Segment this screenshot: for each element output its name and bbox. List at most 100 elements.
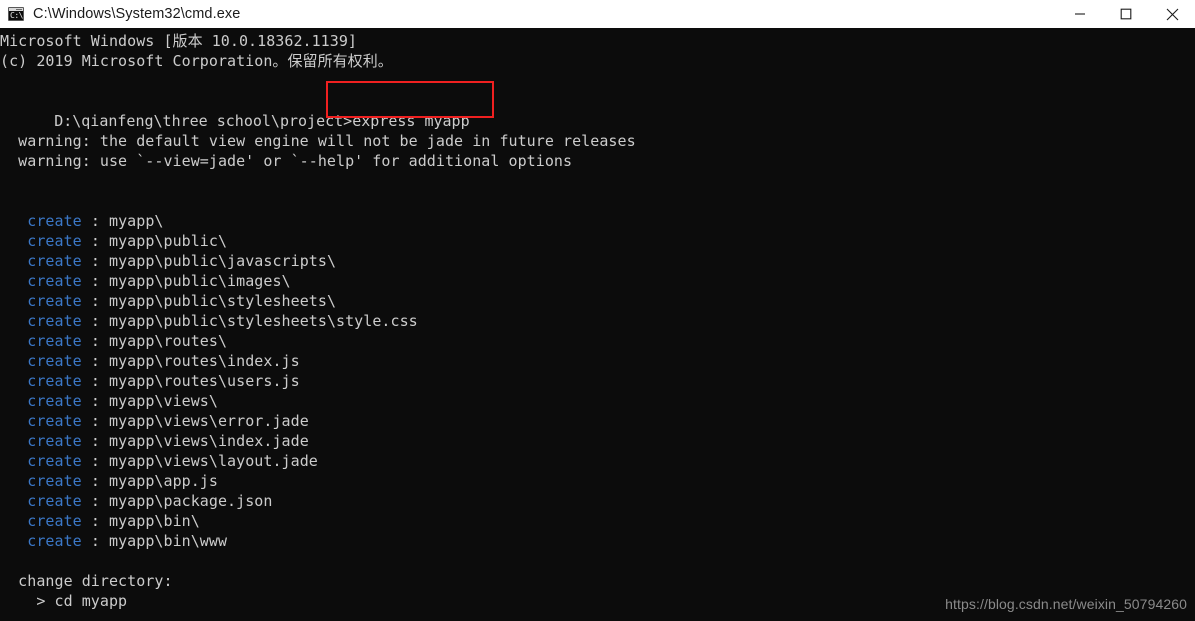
- create-path: myapp\public\images\: [109, 272, 291, 290]
- create-indent: [0, 432, 27, 450]
- console-output[interactable]: Microsoft Windows [版本 10.0.18362.1139] (…: [0, 28, 1195, 621]
- create-indent: [0, 232, 27, 250]
- create-keyword: create: [27, 332, 82, 350]
- create-separator: :: [81, 372, 109, 390]
- create-keyword: create: [27, 312, 82, 330]
- create-separator: :: [81, 492, 109, 510]
- cmd-window: C:\ C:\Windows\System32\cmd.exe Microsof…: [0, 0, 1195, 621]
- create-keyword: create: [27, 352, 82, 370]
- cmd-icon: C:\: [8, 7, 24, 21]
- create-separator: :: [81, 432, 109, 450]
- create-keyword: create: [27, 452, 82, 470]
- window-titlebar[interactable]: C:\ C:\Windows\System32\cmd.exe: [0, 0, 1195, 28]
- create-line: create : myapp\views\index.jade: [0, 431, 1195, 451]
- create-separator: :: [81, 472, 109, 490]
- create-line: create : myapp\bin\: [0, 511, 1195, 531]
- create-indent: [0, 532, 27, 550]
- create-keyword: create: [27, 412, 82, 430]
- watermark-text: https://blog.csdn.net/weixin_50794260: [945, 596, 1187, 612]
- create-separator: :: [81, 312, 109, 330]
- create-line: create : myapp\public\: [0, 231, 1195, 251]
- create-path: myapp\views\error.jade: [109, 412, 309, 430]
- create-path: myapp\views\index.jade: [109, 432, 309, 450]
- create-separator: :: [81, 512, 109, 530]
- create-path: myapp\: [109, 212, 164, 230]
- create-line: create : myapp\routes\users.js: [0, 371, 1195, 391]
- footer-line-1: change directory:: [0, 572, 173, 590]
- create-keyword: create: [27, 472, 82, 490]
- create-indent: [0, 352, 27, 370]
- create-separator: :: [81, 352, 109, 370]
- create-separator: :: [81, 272, 109, 290]
- create-keyword: create: [27, 492, 82, 510]
- create-indent: [0, 312, 27, 330]
- banner-line-2: (c) 2019 Microsoft Corporation。保留所有权利。: [0, 52, 393, 70]
- warning-line-1: warning: the default view engine will no…: [0, 132, 636, 150]
- create-separator: :: [81, 292, 109, 310]
- warning-line-2: warning: use `--view=jade' or `--help' f…: [0, 152, 573, 170]
- create-indent: [0, 292, 27, 310]
- create-keyword: create: [27, 392, 82, 410]
- create-path: myapp\views\layout.jade: [109, 452, 318, 470]
- create-line: create : myapp\public\javascripts\: [0, 251, 1195, 271]
- window-controls: [1057, 0, 1195, 28]
- maximize-button[interactable]: [1103, 0, 1149, 28]
- create-path: myapp\routes\: [109, 332, 228, 350]
- create-keyword: create: [27, 532, 82, 550]
- create-path: myapp\public\javascripts\: [109, 252, 337, 270]
- create-indent: [0, 452, 27, 470]
- create-line: create : myapp\views\error.jade: [0, 411, 1195, 431]
- create-path: myapp\routes\index.js: [109, 352, 300, 370]
- create-separator: :: [81, 412, 109, 430]
- command-input[interactable]: express myapp: [352, 112, 469, 130]
- close-button[interactable]: [1149, 0, 1195, 28]
- create-separator: :: [81, 232, 109, 250]
- create-keyword: create: [27, 512, 82, 530]
- create-separator: :: [81, 252, 109, 270]
- window-title: C:\Windows\System32\cmd.exe: [33, 6, 241, 22]
- create-indent: [0, 332, 27, 350]
- banner-line-1: Microsoft Windows [版本 10.0.18362.1139]: [0, 32, 358, 50]
- create-indent: [0, 372, 27, 390]
- prompt-text: D:\qianfeng\three school\project>: [54, 112, 353, 130]
- create-indent: [0, 472, 27, 490]
- create-indent: [0, 512, 27, 530]
- create-path: myapp\public\stylesheets\style.css: [109, 312, 418, 330]
- create-line: create : myapp\views\: [0, 391, 1195, 411]
- prompt-line[interactable]: D:\qianfeng\three school\project>express…: [0, 81, 1195, 130]
- create-path: myapp\package.json: [109, 492, 273, 510]
- create-keyword: create: [27, 252, 82, 270]
- spacer-line-1: [0, 71, 1195, 91]
- create-separator: :: [81, 532, 109, 550]
- create-line: create : myapp\: [0, 211, 1195, 231]
- create-line: create : myapp\routes\: [0, 331, 1195, 351]
- create-path: myapp\public\stylesheets\: [109, 292, 337, 310]
- create-keyword: create: [27, 432, 82, 450]
- create-indent: [0, 252, 27, 270]
- create-line: create : myapp\public\images\: [0, 271, 1195, 291]
- create-line: create : myapp\package.json: [0, 491, 1195, 511]
- create-keyword: create: [27, 292, 82, 310]
- create-line: create : myapp\public\stylesheets\: [0, 291, 1195, 311]
- create-keyword: create: [27, 212, 82, 230]
- cmd-icon-label: C:\: [10, 11, 23, 20]
- spacer-line-5: [0, 551, 1195, 571]
- spacer-line-3: [0, 171, 1195, 191]
- create-indent: [0, 412, 27, 430]
- create-path: myapp\routes\users.js: [109, 372, 300, 390]
- create-indent: [0, 212, 27, 230]
- create-path: myapp\bin\: [109, 512, 200, 530]
- create-line-list: create : myapp\ create : myapp\public\ c…: [0, 211, 1195, 551]
- create-path: myapp\bin\www: [109, 532, 228, 550]
- create-separator: :: [81, 212, 109, 230]
- create-separator: :: [81, 392, 109, 410]
- spacer-line-4: [0, 191, 1195, 211]
- minimize-button[interactable]: [1057, 0, 1103, 28]
- create-line: create : myapp\views\layout.jade: [0, 451, 1195, 471]
- create-keyword: create: [27, 272, 82, 290]
- create-separator: :: [81, 332, 109, 350]
- create-indent: [0, 272, 27, 290]
- create-path: myapp\app.js: [109, 472, 218, 490]
- create-line: create : myapp\bin\www: [0, 531, 1195, 551]
- create-keyword: create: [27, 232, 82, 250]
